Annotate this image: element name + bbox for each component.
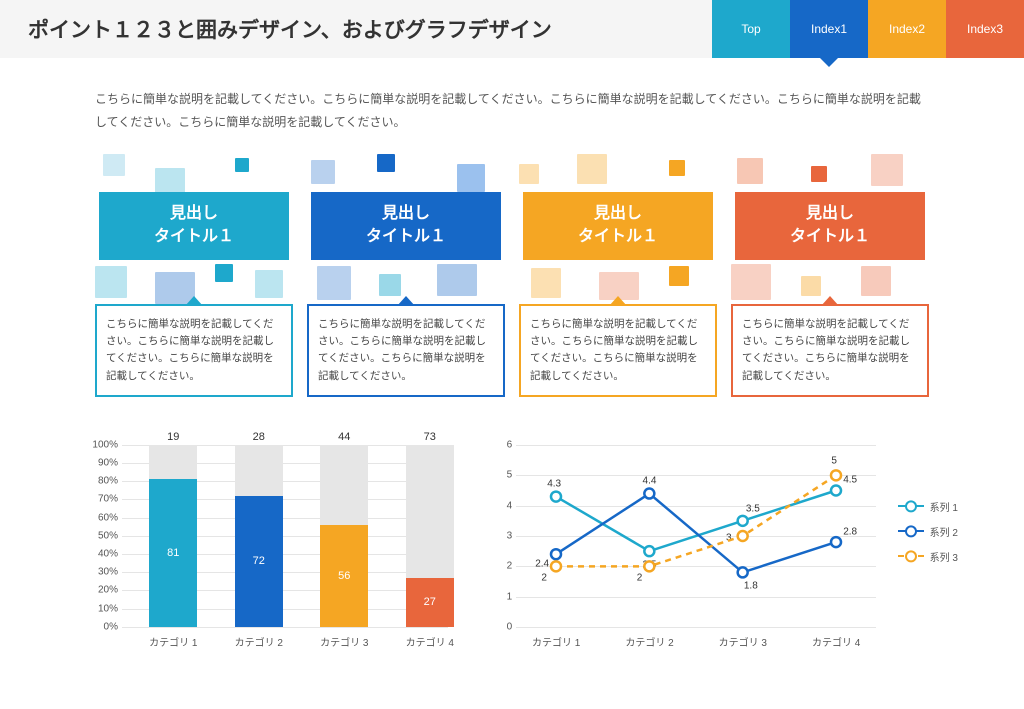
intro-text: こちらに簡単な説明を記載してください。こちらに簡単な説明を記載してください。こち…	[0, 58, 1024, 144]
y-tick: 2	[468, 561, 512, 572]
x-label: カテゴリ 4	[390, 634, 470, 649]
card-body: こちらに簡単な説明を記載してください。こちらに簡単な説明を記載してください。こち…	[95, 304, 293, 397]
card-body: こちらに簡単な説明を記載してください。こちらに簡単な説明を記載してください。こち…	[731, 304, 929, 397]
stacked-bar-chart: 0% 10% 20% 30% 40% 50% 60% 70% 80% 90% 100% 8119 722…	[70, 439, 454, 669]
x-label: カテゴリ 1	[133, 634, 213, 649]
card-body: こちらに簡単な説明を記載してください。こちらに簡単な説明を記載してください。こち…	[307, 304, 505, 397]
card-title-line1: 見出し	[594, 203, 642, 225]
card-title: 見出し タイトル１	[523, 192, 713, 260]
line-chart: 01234564.32.53.54.52.44.41.82.82235 系列 1…	[464, 439, 954, 669]
card-title: 見出し タイトル１	[311, 192, 501, 260]
tab-bar: Top Index1 Index2 Index3	[712, 0, 1024, 58]
tab-top[interactable]: Top	[712, 0, 790, 58]
x-label: カテゴリ 4	[796, 634, 876, 649]
y-tick: 6	[468, 439, 512, 450]
x-label: カテゴリ 3	[703, 634, 783, 649]
y-tick: 0%	[74, 621, 118, 632]
y-tick: 90%	[74, 458, 118, 469]
y-tick: 60%	[74, 512, 118, 523]
bar-group: 5644	[320, 445, 368, 627]
card-title-line2: タイトル１	[154, 226, 234, 248]
card-1: 見出し タイトル１ こちらに簡単な説明を記載してください。こちらに簡単な説明を記…	[95, 154, 293, 397]
card-title: 見出し タイトル１	[735, 192, 925, 260]
charts-row: 0% 10% 20% 30% 40% 50% 60% 70% 80% 90% 100% 8119 722…	[0, 415, 1024, 669]
legend-item-3: 系列 3	[898, 549, 958, 564]
card-title-line1: 見出し	[806, 203, 854, 225]
x-label: カテゴリ 2	[219, 634, 299, 649]
legend-item-2: 系列 2	[898, 524, 958, 539]
bar-group: 2773	[406, 445, 454, 627]
y-tick: 3	[468, 530, 512, 541]
y-tick: 1	[468, 591, 512, 602]
y-tick: 50%	[74, 530, 118, 541]
card-title-line1: 見出し	[382, 203, 430, 225]
y-tick: 80%	[74, 476, 118, 487]
tab-index3[interactable]: Index3	[946, 0, 1024, 58]
y-tick: 10%	[74, 603, 118, 614]
tab-index2[interactable]: Index2	[868, 0, 946, 58]
legend: 系列 1 系列 2 系列 3	[898, 499, 958, 574]
y-tick: 0	[468, 621, 512, 632]
card-title-line2: タイトル１	[366, 226, 446, 248]
card-2: 見出し タイトル１ こちらに簡単な説明を記載してください。こちらに簡単な説明を記…	[307, 154, 505, 397]
card-title: 見出し タイトル１	[99, 192, 289, 260]
legend-item-1: 系列 1	[898, 499, 958, 514]
x-label: カテゴリ 2	[610, 634, 690, 649]
card-title-line2: タイトル１	[790, 226, 870, 248]
page-title: ポイント１２３と囲みデザイン、およびグラフデザイン	[0, 0, 712, 58]
card-3: 見出し タイトル１ こちらに簡単な説明を記載してください。こちらに簡単な説明を記…	[519, 154, 717, 397]
y-tick: 20%	[74, 585, 118, 596]
y-tick: 100%	[74, 439, 118, 450]
y-tick: 40%	[74, 549, 118, 560]
card-title-line2: タイトル１	[578, 226, 658, 248]
x-label: カテゴリ 1	[516, 634, 596, 649]
y-tick: 4	[468, 500, 512, 511]
card-row: 見出し タイトル１ こちらに簡単な説明を記載してください。こちらに簡単な説明を記…	[0, 144, 1024, 415]
y-tick: 5	[468, 470, 512, 481]
line-plot-svg	[516, 445, 876, 627]
header: ポイント１２３と囲みデザイン、およびグラフデザイン Top Index1 Ind…	[0, 0, 1024, 58]
card-title-line1: 見出し	[170, 203, 218, 225]
bar-group: 7228	[235, 445, 283, 627]
x-label: カテゴリ 3	[304, 634, 384, 649]
card-body: こちらに簡単な説明を記載してください。こちらに簡単な説明を記載してください。こち…	[519, 304, 717, 397]
tab-index1[interactable]: Index1	[790, 0, 868, 58]
y-tick: 70%	[74, 494, 118, 505]
card-4: 見出し タイトル１ こちらに簡単な説明を記載してください。こちらに簡単な説明を記…	[731, 154, 929, 397]
bar-group: 8119	[149, 445, 197, 627]
y-tick: 30%	[74, 567, 118, 578]
